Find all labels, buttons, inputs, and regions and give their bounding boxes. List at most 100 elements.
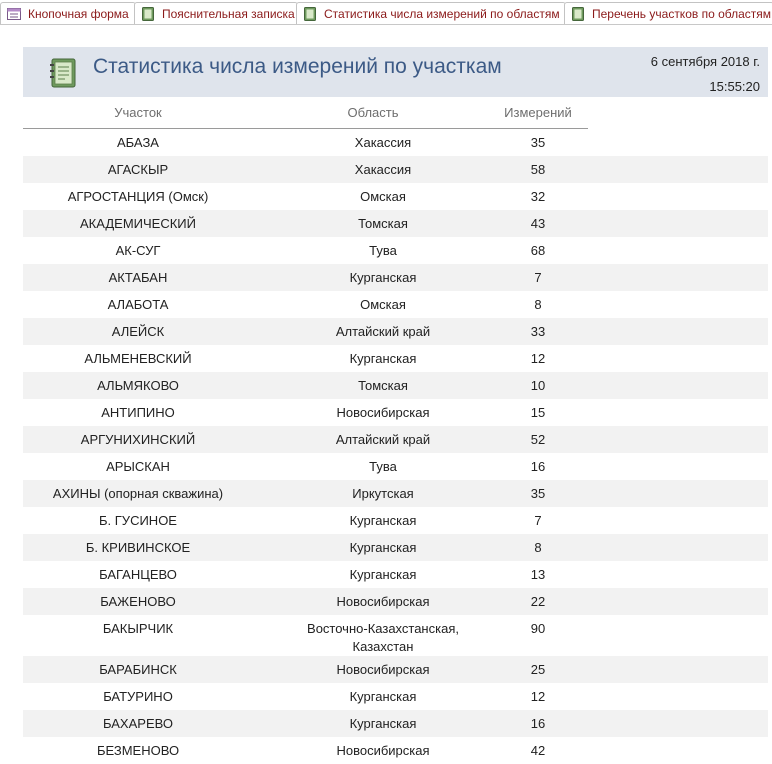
report-title: Статистика числа измерений по участкам <box>93 55 502 78</box>
cell-region: Тува <box>369 459 397 474</box>
table-row: АБАЗА Хакассия 35 <box>23 129 768 156</box>
cell-region: Омская <box>360 189 406 204</box>
cell-site: Б. КРИВИНСКОЕ <box>85 540 191 555</box>
cell-count: 35 <box>530 486 546 501</box>
column-header-site: Участок <box>114 105 162 120</box>
table-row: АНТИПИНО Новосибирская 15 <box>23 399 768 426</box>
cell-region: Курганская <box>349 689 417 704</box>
column-header-count: Измерений <box>504 105 572 120</box>
cell-count: 8 <box>534 540 542 555</box>
tab-label: Кнопочная форма <box>28 6 129 21</box>
cell-region: Восточно-Казахстанская, Казахстан <box>307 621 459 654</box>
cell-site: АГРОСТАНЦИЯ (Омск) <box>67 189 209 204</box>
cell-site: АЛЕЙСК <box>111 324 165 339</box>
cell-site: Б. ГУСИНОЕ <box>99 513 177 528</box>
cell-region: Томская <box>358 216 408 231</box>
table-row: БЕЗМЕНОВО Новосибирская 42 <box>23 737 768 764</box>
table-row: АКТАБАН Курганская 7 <box>23 264 768 291</box>
table-row: АЛАБОТА Омская 8 <box>23 291 768 318</box>
cell-region: Новосибирская <box>336 594 430 609</box>
tab-label: Перечень участков по областям <box>592 6 772 21</box>
report-icon <box>572 6 584 21</box>
cell-site: АГАСКЫР <box>107 162 169 177</box>
cell-count: 12 <box>530 689 546 704</box>
cell-region: Иркутская <box>352 486 414 501</box>
table-row: БАРАБИНСК Новосибирская 25 <box>23 656 768 683</box>
cell-count: 15 <box>530 405 546 420</box>
report-icon <box>304 6 316 21</box>
cell-site: БАКЫРЧИК <box>102 621 174 636</box>
report-time: 15:55:20 <box>709 79 760 94</box>
table-row: АЛЕЙСК Алтайский край 33 <box>23 318 768 345</box>
cell-region: Хакассия <box>354 162 412 177</box>
cell-count: 68 <box>530 243 546 258</box>
cell-region: Новосибирская <box>336 662 430 677</box>
table-row: Б. КРИВИНСКОЕ Курганская 8 <box>23 534 768 561</box>
table-row: БАТУРИНО Курганская 12 <box>23 683 768 710</box>
cell-region: Новосибирская <box>336 743 430 758</box>
table-row: АЛЬМЕНЕВСКИЙ Курганская 12 <box>23 345 768 372</box>
cell-count: 16 <box>530 459 546 474</box>
cell-count: 16 <box>530 716 546 731</box>
table-row: Б. ГУСИНОЕ Курганская 7 <box>23 507 768 534</box>
cell-site: БАХАРЕВО <box>103 716 173 731</box>
table-row: БАХАРЕВО Курганская 16 <box>23 710 768 737</box>
cell-count: 58 <box>530 162 546 177</box>
table-row: БАКЫРЧИК Восточно-Казахстанская, Казахста… <box>23 615 768 656</box>
cell-site: АКАДЕМИЧЕСКИЙ <box>80 216 196 231</box>
cell-count: 22 <box>530 594 546 609</box>
table-row: АК-СУГ Тува 68 <box>23 237 768 264</box>
cell-count: 32 <box>530 189 546 204</box>
cell-region: Курганская <box>349 270 417 285</box>
cell-site: БАРАБИНСК <box>99 662 177 677</box>
table-row: БАЖЕНОВО Новосибирская 22 <box>23 588 768 615</box>
tab-label: Статистика числа измерений по областям <box>324 6 560 21</box>
tab-1[interactable]: Кнопочная форма <box>0 2 136 24</box>
report-header: Статистика числа измерений по участкам 6… <box>23 47 768 97</box>
table-row: АГАСКЫР Хакассия 58 <box>23 156 768 183</box>
cell-count: 33 <box>530 324 546 339</box>
cell-site: АРЫСКАН <box>106 459 170 474</box>
tab-3[interactable]: Статистика числа измерений по областям <box>296 2 566 24</box>
cell-region: Томская <box>358 378 408 393</box>
cell-site: АЛЬМЕНЕВСКИЙ <box>84 351 192 366</box>
cell-site: АК-СУГ <box>115 243 161 258</box>
cell-region: Курганская <box>349 567 417 582</box>
cell-count: 12 <box>530 351 546 366</box>
table-row: АРГУНИХИНСКИЙ Алтайский край 52 <box>23 426 768 453</box>
cell-region: Курганская <box>349 540 417 555</box>
cell-count: 42 <box>530 743 546 758</box>
cell-region: Омская <box>360 297 406 312</box>
report-date: 6 сентября 2018 г. <box>650 54 760 69</box>
cell-region: Курганская <box>349 351 417 366</box>
cell-count: 35 <box>530 135 546 150</box>
cell-site: АХИНЫ (опорная скважина) <box>52 486 224 501</box>
document-tab-bar: Кнопочная форма Пояснительная записка Стат… <box>0 0 772 25</box>
cell-count: 52 <box>530 432 546 447</box>
report-book-icon <box>50 58 76 88</box>
cell-site: АРГУНИХИНСКИЙ <box>80 432 196 447</box>
cell-site: БАТУРИНО <box>103 689 173 704</box>
cell-site: АЛЬМЯКОВО <box>97 378 179 393</box>
cell-region: Тува <box>369 243 397 258</box>
table-row: АЛЬМЯКОВО Томская 10 <box>23 372 768 399</box>
tab-2[interactable]: Пояснительная записка <box>134 2 298 24</box>
cell-count: 43 <box>530 216 546 231</box>
cell-site: БАЖЕНОВО <box>100 594 176 609</box>
cell-count: 8 <box>534 297 542 312</box>
cell-count: 7 <box>534 513 542 528</box>
cell-count: 10 <box>530 378 546 393</box>
cell-site: АЛАБОТА <box>107 297 169 312</box>
table-row: АХИНЫ (опорная скважина) Иркутская 35 <box>23 480 768 507</box>
cell-site: АКТАБАН <box>108 270 168 285</box>
cell-site: АНТИПИНО <box>101 405 175 420</box>
cell-site: БАГАНЦЕВО <box>99 567 177 582</box>
cell-region: Хакассия <box>354 135 412 150</box>
tab-label: Пояснительная записка <box>162 6 295 21</box>
cell-count: 7 <box>534 270 542 285</box>
cell-site: АБАЗА <box>117 135 159 150</box>
tab-4[interactable]: Перечень участков по областям <box>564 2 772 24</box>
table-row: АГРОСТАНЦИЯ (Омск) Омская 32 <box>23 183 768 210</box>
table-row: БАГАНЦЕВО Курганская 13 <box>23 561 768 588</box>
form-icon <box>7 7 21 20</box>
